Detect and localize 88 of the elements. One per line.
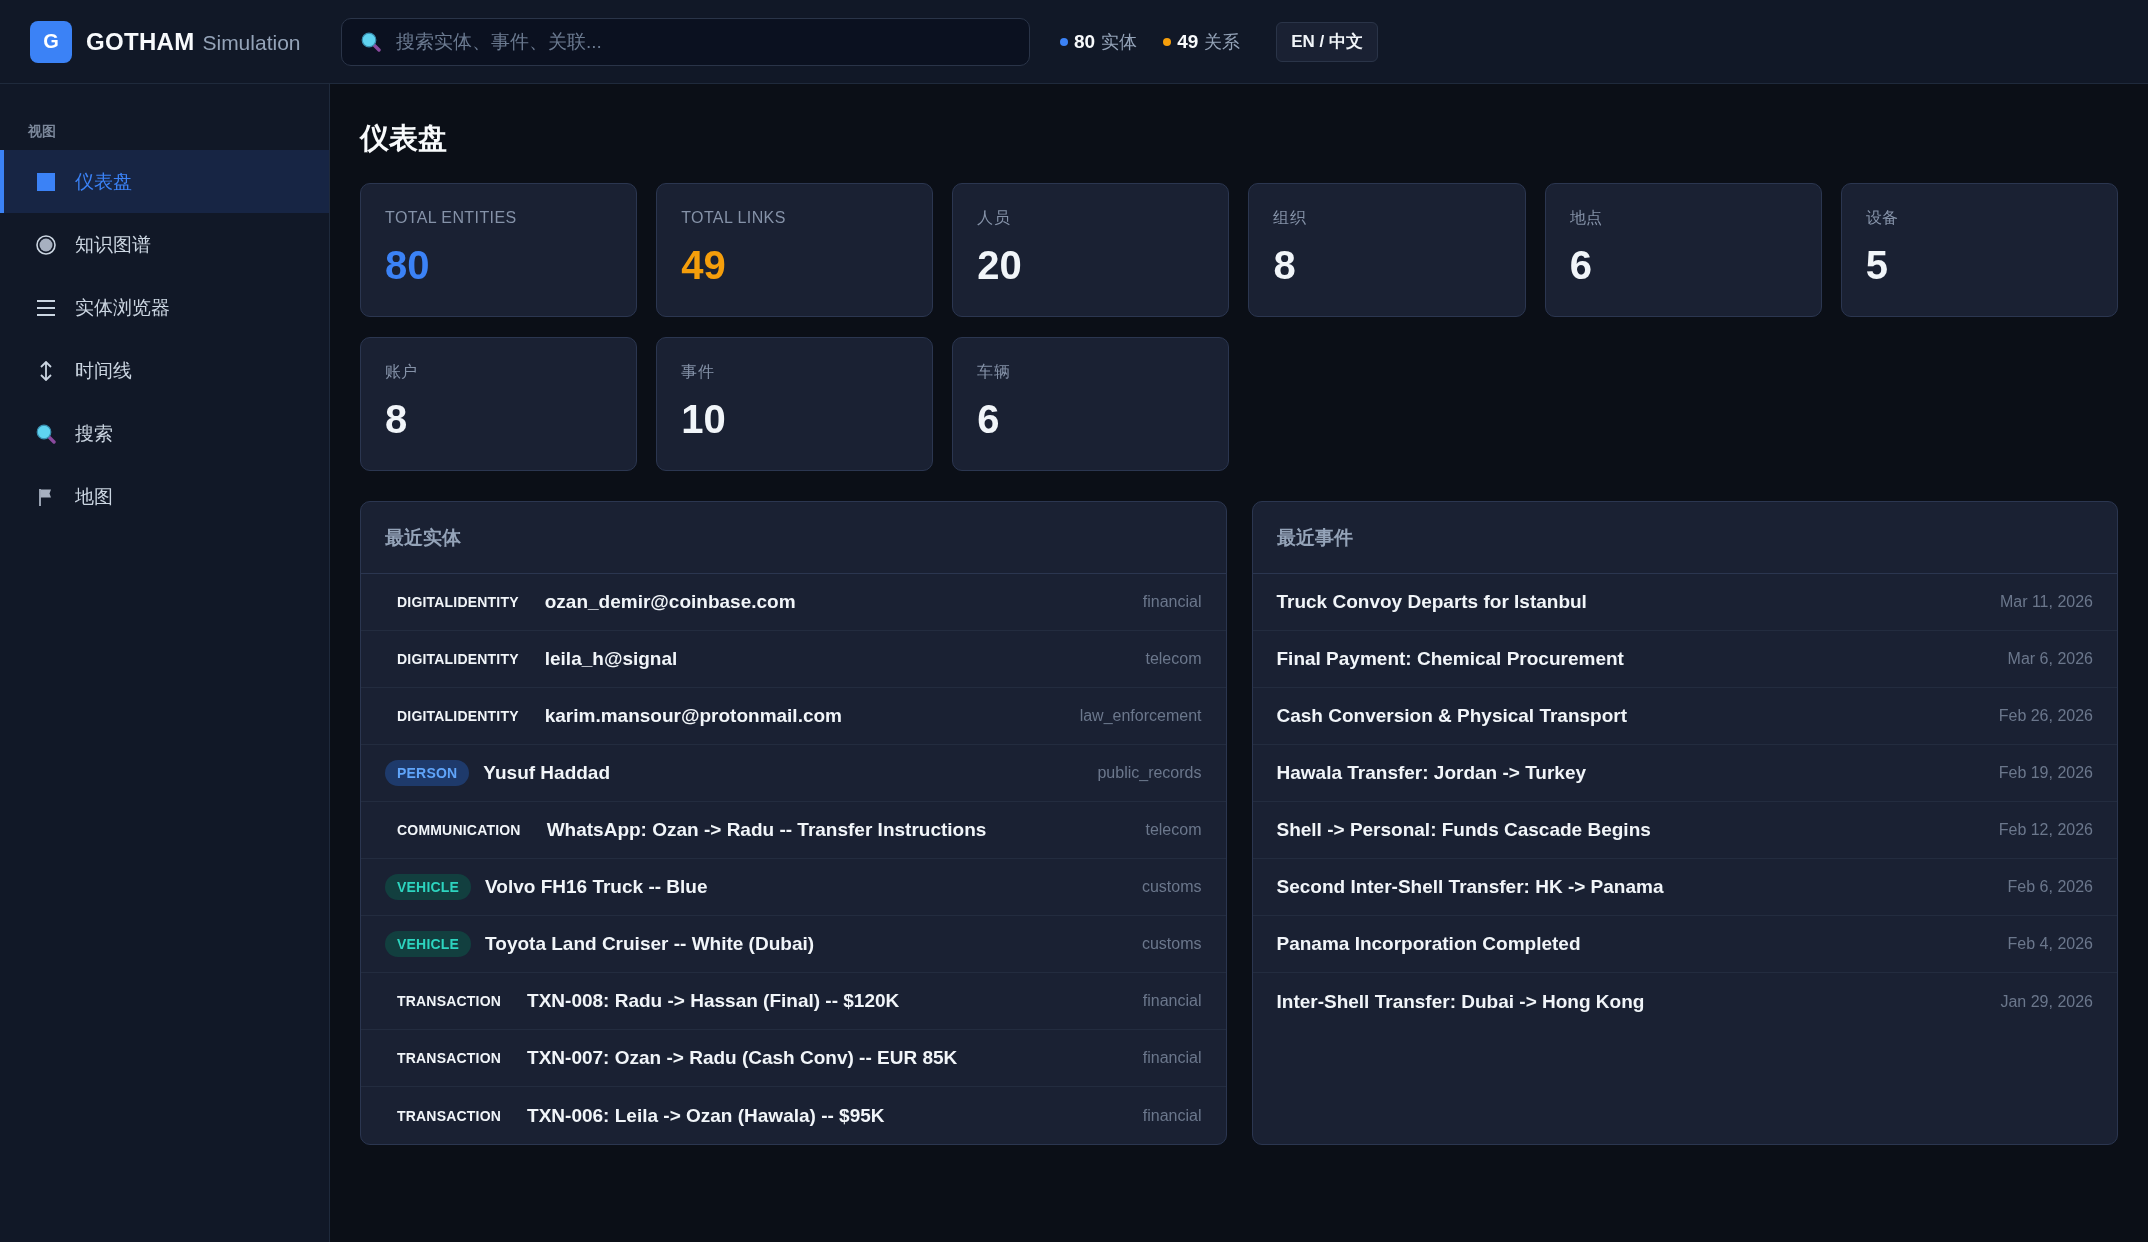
entity-name: TXN-008: Radu -> Hassan (Final) -- $120K	[527, 990, 900, 1012]
event-title: Shell -> Personal: Funds Cascade Begins	[1276, 819, 1651, 841]
type-label: TRANSACTION	[396, 992, 503, 1011]
entity-name: leila_h@signal	[544, 648, 678, 670]
stat-label: TOTAL ENTITIES	[385, 208, 518, 228]
sidebar-item[interactable]: 搜索	[0, 402, 329, 465]
menu-icon	[36, 297, 56, 318]
language-button[interactable]: EN / 中文	[1276, 21, 1379, 62]
square-icon	[36, 171, 56, 192]
type-label: DIGITALIDENTITY	[396, 707, 520, 726]
entity-name: WhatsApp: Ozan -> Radu -- Transfer Instructions	[546, 819, 987, 841]
sidebar-item[interactable]: 地图	[0, 465, 329, 528]
event-date: Mar 11, 2026	[1998, 593, 2093, 611]
counter-label: 关系	[1204, 30, 1241, 54]
sidebar-item[interactable]: 仪表盘	[0, 150, 329, 213]
search-icon	[361, 31, 381, 52]
panel-title: 最近事件	[1276, 525, 1353, 550]
source-label: public_records	[1096, 764, 1202, 782]
event-date: Feb 4, 2026	[2006, 935, 2093, 953]
stat-label: 事件	[681, 362, 715, 382]
source-label: financial	[1141, 1049, 1202, 1067]
entity-name: TXN-007: Ozan -> Radu (Cash Conv) -- EUR 85K	[527, 1047, 958, 1069]
source-label: financial	[1141, 992, 1202, 1010]
type-badge: VEHICLE	[385, 931, 472, 957]
event-title: Inter-Shell Transfer: Dubai -> Hong Kong	[1276, 990, 1645, 1013]
logo-tile: G	[30, 20, 72, 63]
source-label: financial	[1141, 593, 1202, 611]
source-label: telecom	[1144, 650, 1202, 668]
entity-name: Yusuf Haddad	[483, 762, 610, 784]
page-title: 仪表盘	[360, 121, 448, 156]
type-label: DIGITALIDENTITY	[396, 650, 520, 669]
app-subtitle: Simulation	[202, 30, 301, 55]
source-label: law_enforcement	[1078, 707, 1202, 725]
type-label: TRANSACTION	[396, 1049, 503, 1068]
source-label: financial	[1141, 1106, 1202, 1125]
stat-value: 10	[681, 396, 727, 442]
stat-label: 地点	[1569, 208, 1604, 228]
event-title: Hawala Transfer: Jordan -> Turkey	[1276, 762, 1587, 784]
event-title: Panama Incorporation Completed	[1276, 933, 1581, 955]
radio-circle-icon	[36, 234, 56, 255]
search-icon	[36, 423, 56, 444]
event-title: Cash Conversion & Physical Transport	[1276, 705, 1628, 727]
sidebar-item[interactable]: 知识图谱	[0, 213, 329, 276]
counter-value: 80	[1074, 30, 1096, 53]
entity-name: TXN-006: Leila -> Ozan (Hawala) -- $95K	[527, 1104, 885, 1127]
stat-value: 6	[1569, 242, 1593, 288]
sidebar-item[interactable]: 时间线	[0, 339, 329, 402]
event-date: Mar 6, 2026	[2006, 650, 2093, 668]
event-date: Feb 12, 2026	[1997, 821, 2093, 839]
stat-value: 49	[681, 242, 727, 288]
entity-name: karim.mansour@protonmail.com	[544, 705, 842, 727]
event-title: Final Payment: Chemical Procurement	[1276, 648, 1624, 670]
stat-value: 5	[1865, 242, 1890, 288]
event-title: Second Inter-Shell Transfer: HK -> Panama	[1276, 876, 1664, 898]
entity-name: ozan_demir@coinbase.com	[544, 591, 796, 613]
stat-label: 设备	[1865, 208, 1900, 228]
stat-label: 账户	[385, 362, 419, 382]
sidebar-section-label: 视图	[27, 123, 57, 139]
counter-label: 实体	[1101, 30, 1138, 54]
counter-value: 49	[1177, 30, 1199, 53]
source-label: customs	[1140, 878, 1202, 896]
entity-name: Toyota Land Cruiser -- White (Dubai)	[485, 933, 815, 955]
stat-value: 80	[385, 242, 431, 288]
stat-label: 组织	[1273, 208, 1308, 228]
source-label: customs	[1140, 935, 1202, 953]
stat-label: TOTAL LINKS	[681, 208, 787, 228]
sidebar-item[interactable]: 实体浏览器	[0, 276, 329, 339]
source-label: telecom	[1144, 821, 1202, 839]
entity-name: Volvo FH16 Truck -- Blue	[485, 876, 708, 898]
event-date: Feb 26, 2026	[1997, 707, 2093, 725]
stat-label: 车辆	[977, 362, 1012, 382]
event-title: Truck Convoy Departs for Istanbul	[1276, 591, 1587, 613]
stat-value: 20	[977, 242, 1023, 288]
stat-value: 8	[1273, 242, 1297, 288]
type-label: DIGITALIDENTITY	[396, 593, 520, 612]
app-name: GOTHAM	[86, 27, 195, 56]
panel-title: 最近实体	[385, 525, 461, 550]
stat-value: 8	[385, 396, 409, 442]
type-label: TRANSACTION	[396, 1106, 503, 1126]
type-label: COMMUNICATION	[396, 821, 522, 840]
stat-value: 6	[977, 396, 1001, 442]
event-date: Jan 29, 2026	[1999, 992, 2093, 1011]
type-badge: VEHICLE	[385, 874, 472, 900]
event-date: Feb 19, 2026	[1997, 764, 2093, 782]
event-date: Feb 6, 2026	[2006, 878, 2093, 896]
type-badge: PERSON	[385, 760, 470, 786]
search-field[interactable]: 搜索实体、事件、关联...	[341, 17, 1030, 66]
stat-label: 人员	[977, 208, 1012, 228]
